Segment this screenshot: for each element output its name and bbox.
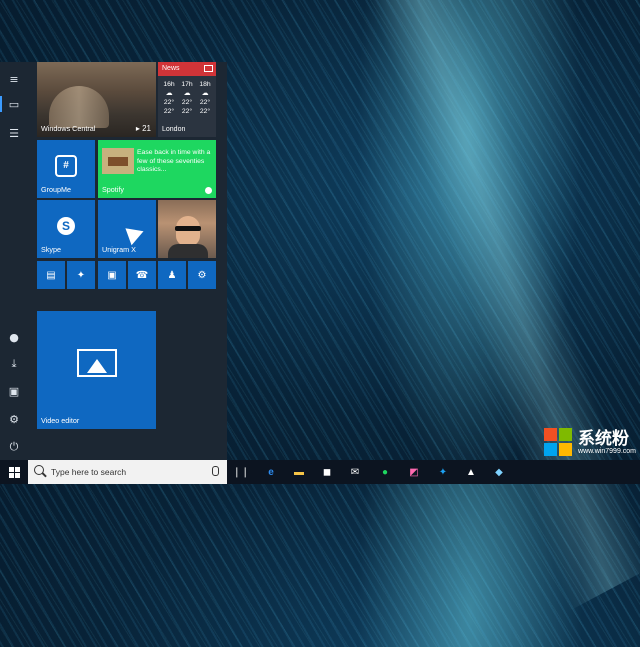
spotify-icon: [205, 187, 212, 194]
newspaper-icon: [204, 65, 213, 72]
tile-spotify[interactable]: Ease back in time with a few of these se…: [98, 140, 216, 198]
tile-trello[interactable]: ▤: [37, 261, 65, 289]
skype-icon: S: [57, 216, 75, 235]
cloud-icon: ☁: [165, 90, 173, 97]
tile-windows-central[interactable]: Windows Central ▸ 21: [37, 62, 156, 137]
wallpaper-streak: [200, 0, 640, 647]
shirt: [168, 244, 208, 258]
taskbar: Type here to search ❘❘ e ▬ ◼ ✉ ● ◩ ✦ ▲ ◆: [0, 460, 640, 484]
news-title: News: [162, 65, 180, 72]
sunglasses: [175, 226, 201, 231]
task-view-icon[interactable]: ❘❘: [232, 463, 250, 481]
notification-badge: ▸ 21: [135, 124, 151, 133]
settings-icon: ⚙: [197, 269, 207, 281]
start-menu: ≡ ▭ ☰ ● ⤓ ▣ ⚙ ⏻ Windows Central ▸ 21 New…: [0, 62, 227, 460]
tile-image: [49, 86, 109, 128]
edge-icon[interactable]: e: [262, 463, 280, 481]
cloud-icon: ☁: [183, 90, 191, 97]
tile-label: Video editor: [41, 416, 80, 425]
hamburger-icon[interactable]: ≡: [0, 68, 28, 90]
forecast-item: 17h ☁ 22° 22°: [178, 80, 196, 116]
tile-remote-desktop[interactable]: ▣: [98, 261, 126, 289]
groupme-icon: #: [55, 154, 77, 177]
twitter-icon[interactable]: ✦: [434, 463, 452, 481]
tile-contact[interactable]: ☎: [128, 261, 156, 289]
start-rail: ≡ ▭ ☰ ● ⤓ ▣ ⚙ ⏻: [0, 62, 28, 460]
power-icon[interactable]: ⏻: [0, 436, 28, 458]
user-icon[interactable]: ●: [0, 326, 28, 348]
start-button[interactable]: [0, 460, 28, 484]
tiles-icon[interactable]: ▭: [0, 93, 28, 115]
all-apps-icon[interactable]: ☰: [0, 122, 28, 144]
tile-label: GroupMe: [41, 185, 71, 194]
person-photo: [176, 216, 200, 246]
spotify-icon[interactable]: ●: [376, 463, 394, 481]
tile-label: Windows Central: [41, 124, 96, 133]
search-placeholder: Type here to search: [51, 467, 127, 477]
spotify-promo-text: Ease back in time with a few of these se…: [137, 149, 211, 173]
watermark-text: 系统粉: [578, 428, 630, 448]
tile-label: Spotify: [102, 185, 124, 194]
album-art: [102, 148, 134, 174]
file-explorer-icon[interactable]: ▬: [290, 463, 308, 481]
photos-icon[interactable]: ◩: [405, 463, 423, 481]
settings-icon[interactable]: ⚙: [0, 408, 28, 430]
watermark: 系统粉 www.win7999.com: [544, 428, 636, 456]
tile-label: Unigram X: [102, 245, 136, 254]
search-box[interactable]: Type here to search: [28, 460, 227, 484]
tile-twitter[interactable]: ✦: [67, 261, 95, 289]
tile-people[interactable]: ♟: [158, 261, 186, 289]
windows-icon: [8, 466, 20, 478]
trello-icon: ▤: [46, 269, 56, 281]
tile-news[interactable]: News 16h ☁ 22° 22° 17h ☁ 22° 22° 18h ☁ 2…: [158, 62, 216, 137]
windows-logo-icon: [544, 428, 573, 456]
forecast-item: 16h ☁ 22° 22°: [160, 80, 178, 116]
twitter-icon: ✦: [76, 269, 86, 281]
tile-groupme[interactable]: # GroupMe: [37, 140, 95, 198]
paint-icon[interactable]: ◆: [490, 463, 508, 481]
mail-icon[interactable]: ✉: [346, 463, 364, 481]
downloads-icon[interactable]: ⤓: [0, 353, 28, 375]
cloud-icon: ☁: [201, 90, 209, 97]
tile-skype[interactable]: S Skype: [37, 200, 95, 258]
forecast-item: 18h ☁ 22° 22°: [196, 80, 214, 116]
tile-video-editor[interactable]: Video editor: [37, 311, 156, 429]
pictures-icon[interactable]: ▣: [0, 380, 28, 402]
paper-plane-icon: [125, 222, 147, 245]
watermark-url: www.win7999.com: [578, 447, 636, 455]
video-editor-icon: [76, 348, 117, 377]
search-icon: [34, 465, 44, 475]
store-icon[interactable]: ◼: [318, 463, 336, 481]
tile-unigram[interactable]: Unigram X: [98, 200, 156, 258]
remote-desktop-icon: ▣: [107, 269, 117, 281]
people-icon: ♟: [167, 269, 177, 281]
city-label: London: [162, 126, 186, 133]
tile-people-photo[interactable]: [158, 200, 216, 258]
tile-label: Skype: [41, 245, 61, 254]
image-icon[interactable]: ▲: [462, 463, 480, 481]
tile-settings[interactable]: ⚙: [188, 261, 216, 289]
news-header: News: [158, 62, 216, 76]
contact-icon: ☎: [135, 269, 149, 281]
microphone-icon[interactable]: [212, 466, 219, 476]
